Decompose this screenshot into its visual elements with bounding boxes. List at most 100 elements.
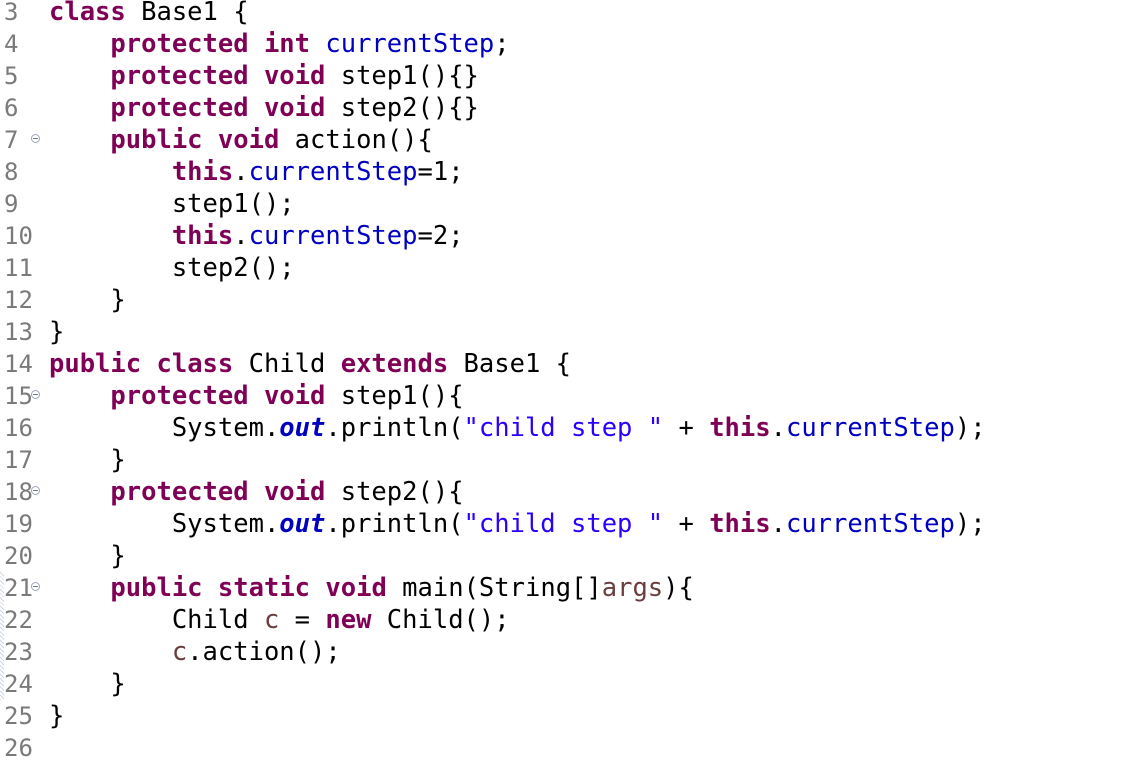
code-line[interactable]: 3 class Base1 { xyxy=(0,0,1124,28)
code-line[interactable]: 23 c.action(); xyxy=(0,636,1124,668)
line-number: 12 xyxy=(4,286,33,314)
line-number: 14 xyxy=(4,350,33,378)
code-token: Child(); xyxy=(371,605,510,635)
fold-collapse-icon[interactable] xyxy=(31,486,40,495)
code-token: Base1 { xyxy=(448,349,572,379)
line-number: 26 xyxy=(4,734,33,762)
code-line[interactable]: 4 protected int currentStep; xyxy=(0,28,1124,60)
keyword-token: class xyxy=(49,0,126,27)
code-editor[interactable]: 3 class Base1 {4 protected int currentSte… xyxy=(0,0,1124,762)
code-text: protected void step1(){} xyxy=(49,60,479,92)
code-line[interactable]: 16 System.out.println("child step " + th… xyxy=(0,412,1124,444)
code-token: step1(){} xyxy=(325,61,479,91)
code-line[interactable]: 5 protected void step1(){} xyxy=(0,60,1124,92)
code-line[interactable]: 14 public class Child extends Base1 { xyxy=(0,348,1124,380)
keyword-token: void xyxy=(263,477,326,507)
code-text: this.currentStep=1; xyxy=(49,156,464,188)
line-number: 9 xyxy=(4,190,19,218)
code-token: ){ xyxy=(663,573,694,603)
field-token: currentStep xyxy=(325,29,495,59)
keyword-token: this xyxy=(709,509,771,539)
line-number: 8 xyxy=(4,158,19,186)
line-number: 25 xyxy=(4,702,33,730)
code-line[interactable]: 25} xyxy=(0,700,1124,732)
code-line[interactable]: 26 xyxy=(0,732,1124,764)
line-number: 17 xyxy=(4,446,33,474)
code-line[interactable]: 6 protected void step2(){} xyxy=(0,92,1124,124)
code-line[interactable]: 18 protected void step2(){ xyxy=(0,476,1124,508)
static-field-token: out xyxy=(279,413,326,443)
code-text: step1(); xyxy=(49,188,295,220)
keyword-token: this xyxy=(171,157,234,187)
code-line[interactable]: 11 step2(); xyxy=(0,252,1124,284)
code-text: } xyxy=(49,316,64,348)
code-text: System.out.println("child step " + this.… xyxy=(49,508,986,540)
fold-collapse-icon[interactable] xyxy=(31,582,40,591)
code-line[interactable]: 10 this.currentStep=2; xyxy=(0,220,1124,252)
keyword-token: public xyxy=(110,573,203,603)
field-token: currentStep xyxy=(785,413,955,443)
code-text: Child c = new Child(); xyxy=(49,604,510,636)
code-line[interactable]: 19 System.out.println("child step " + th… xyxy=(0,508,1124,540)
code-line[interactable]: 21 public static void main(String[]args)… xyxy=(0,572,1124,604)
field-token: currentStep xyxy=(785,509,955,539)
code-line[interactable]: 13} xyxy=(0,316,1124,348)
code-token: .println( xyxy=(325,413,464,443)
fold-collapse-icon[interactable] xyxy=(31,390,40,399)
code-token: + xyxy=(663,509,710,539)
code-line[interactable]: 9 step1(); xyxy=(0,188,1124,220)
code-line[interactable]: 17 } xyxy=(0,444,1124,476)
keyword-token: static xyxy=(217,573,311,603)
field-token: currentStep xyxy=(248,157,418,187)
code-line[interactable]: 7 public void action(){ xyxy=(0,124,1124,156)
code-token: step2(); xyxy=(171,253,295,283)
code-line[interactable]: 22 Child c = new Child(); xyxy=(0,604,1124,636)
code-text: public class Child extends Base1 { xyxy=(49,348,571,380)
code-text: public void action(){ xyxy=(49,124,432,156)
code-token: + xyxy=(663,413,710,443)
line-number: 4 xyxy=(4,30,19,58)
code-line[interactable]: 15 protected void step1(){ xyxy=(0,380,1124,412)
fold-collapse-icon[interactable] xyxy=(31,134,40,143)
code-text: protected void step1(){ xyxy=(49,380,463,412)
code-token: =1; xyxy=(417,157,464,187)
code-line[interactable]: 12 } xyxy=(0,284,1124,316)
line-number: 6 xyxy=(4,94,19,122)
keyword-token: void xyxy=(263,61,326,91)
code-text: public static void main(String[]args){ xyxy=(49,572,694,604)
string-token: "child step " xyxy=(463,413,664,443)
keyword-token: protected xyxy=(110,477,249,507)
line-number: 24 xyxy=(4,670,33,698)
code-token: } xyxy=(110,445,126,475)
variable-token: c xyxy=(263,605,280,635)
code-token: main(String[] xyxy=(386,573,602,603)
line-number: 13 xyxy=(4,318,33,346)
code-line[interactable]: 24 } xyxy=(0,668,1124,700)
keyword-token: int xyxy=(263,29,311,59)
line-number: 10 xyxy=(4,222,33,250)
keyword-token: protected xyxy=(110,381,249,411)
code-token: System. xyxy=(171,509,280,539)
code-line[interactable]: 20 } xyxy=(0,540,1124,572)
code-line[interactable]: 8 this.currentStep=1; xyxy=(0,156,1124,188)
code-token: Child xyxy=(233,349,341,379)
code-token: step1(); xyxy=(171,189,295,219)
variable-token: args xyxy=(601,573,664,603)
